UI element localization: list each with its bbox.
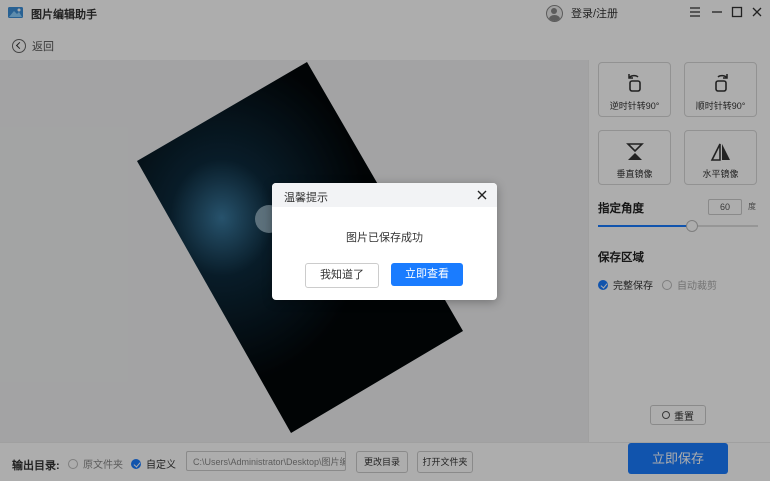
view-now-button[interactable]: 立即查看 — [391, 263, 463, 286]
dialog-title: 温馨提示 — [284, 192, 328, 204]
dialog-close-icon[interactable] — [477, 190, 487, 200]
dialog-message: 图片已保存成功 — [346, 232, 423, 244]
dialog-header: 温馨提示 — [272, 183, 497, 207]
success-dialog: 温馨提示 图片已保存成功 我知道了 立即查看 — [272, 183, 497, 300]
acknowledge-button[interactable]: 我知道了 — [305, 263, 379, 288]
